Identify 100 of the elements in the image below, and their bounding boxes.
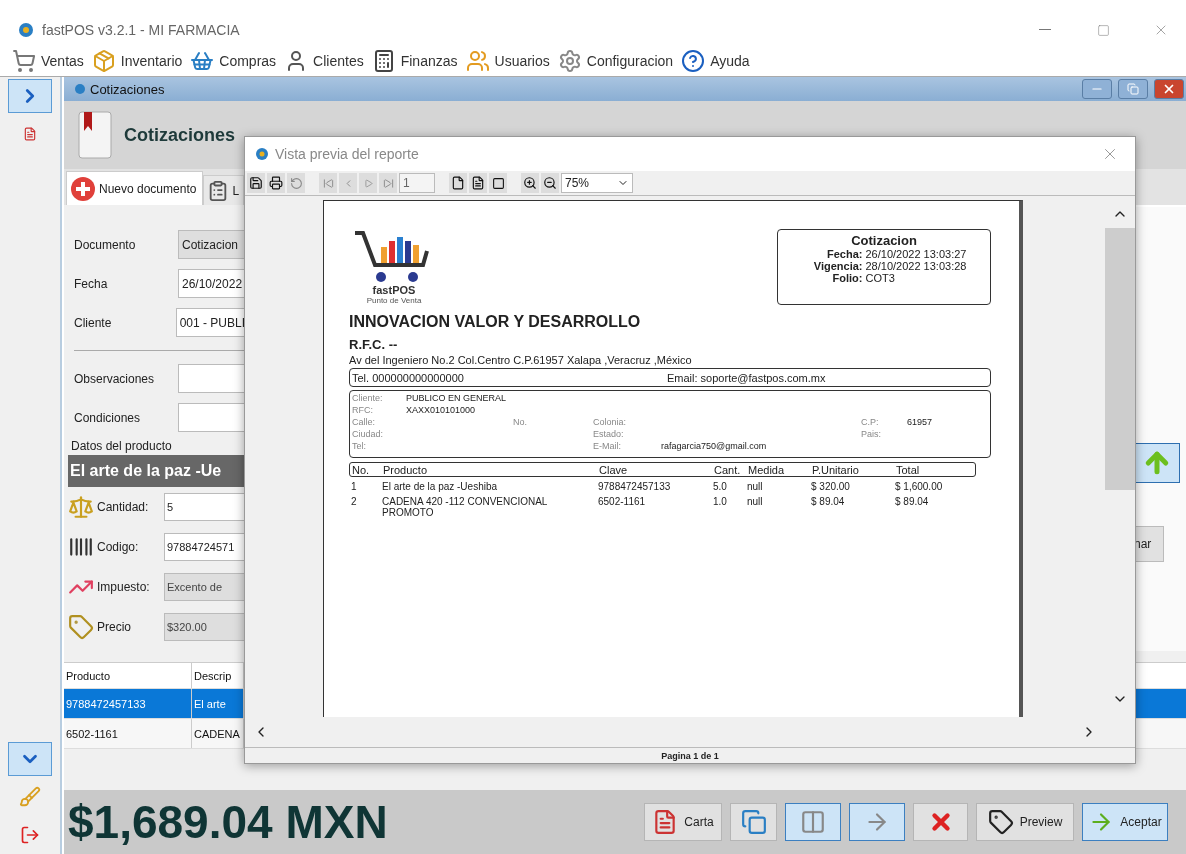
item-cell-text: 5.0 <box>713 481 728 492</box>
info-label: Vigencia: <box>812 260 863 272</box>
column-header: Total <box>895 463 921 476</box>
input-field[interactable]: 26/10/2022 <box>178 269 245 298</box>
page-width-icon <box>471 176 485 190</box>
zoom-in-icon <box>523 176 537 190</box>
menu-item[interactable]: Configuracion <box>557 49 674 73</box>
tab[interactable]: Nuevo documento <box>66 171 204 205</box>
input-field[interactable] <box>178 403 245 432</box>
info-label: Fecha: <box>826 248 863 260</box>
column-header[interactable]: Producto <box>64 663 192 688</box>
page-button[interactable] <box>449 173 467 193</box>
column-header: No. <box>351 463 371 476</box>
client-value: PUBLICO EN GENERAL <box>406 393 508 405</box>
window-title: fastPOS v3.2.1 - MI FARMACIA <box>42 22 241 38</box>
up-arrow-button[interactable] <box>1134 443 1180 483</box>
input-field[interactable]: 001 - PUBLI <box>175 308 245 337</box>
icon-button[interactable] <box>913 803 968 841</box>
client-label: Ciudad: <box>352 429 385 441</box>
menu-item[interactable]: Finanzas <box>371 49 458 73</box>
item-cell-text: null <box>747 481 764 492</box>
input-field[interactable]: 5 <box>164 493 245 521</box>
menu-item[interactable]: Ventas <box>12 49 84 73</box>
print-button[interactable] <box>267 173 285 193</box>
page-number-field[interactable]: 1 <box>399 173 435 193</box>
close-button[interactable] <box>1154 79 1184 99</box>
client-label: Tel: <box>352 441 367 453</box>
help-icon <box>681 49 706 73</box>
column-header: Cant. <box>713 463 742 476</box>
item-cell-text: $ 89.04 <box>811 496 846 509</box>
table-cell: 9788472457133 <box>64 689 192 718</box>
action-button[interactable]: Preview <box>976 803 1074 841</box>
item-cell-text: $ 320.00 <box>811 481 851 492</box>
action-button[interactable]: Aceptar <box>1082 803 1168 841</box>
total-amount: $1,689.04 MXN <box>68 795 389 849</box>
column-header: Medida <box>747 463 786 476</box>
app-logo-icon <box>18 22 34 38</box>
print-icon <box>269 176 283 190</box>
exit-icon <box>20 825 40 845</box>
zoom-in-button[interactable] <box>521 173 539 193</box>
table-cell: 6502-1161 <box>64 719 192 748</box>
menu-item[interactable]: Ayuda <box>681 49 750 73</box>
menu-item[interactable]: Clientes <box>284 49 364 73</box>
input-field[interactable]: 97884724571 <box>164 533 245 561</box>
full-page-icon <box>491 176 505 190</box>
dialog-title: Vista previa del reporte <box>275 146 420 162</box>
page-width-button[interactable] <box>469 173 487 193</box>
app-logo-icon <box>255 147 269 161</box>
expand-button[interactable] <box>8 79 52 113</box>
basket-icon <box>190 49 215 73</box>
item-cell-text: 6502-1161 <box>598 496 647 509</box>
last-page-button[interactable] <box>379 173 397 193</box>
icon-button[interactable] <box>730 803 777 841</box>
minimize-button[interactable] <box>1082 79 1112 99</box>
page-icon <box>451 176 465 190</box>
client-label: Calle: <box>352 417 376 429</box>
document-icon <box>78 111 112 159</box>
input-field[interactable] <box>178 364 245 393</box>
collapse-button[interactable] <box>8 742 52 776</box>
save-icon <box>249 176 263 190</box>
document-title: Cotizacion <box>851 233 917 248</box>
logo-tagline: Punto de Venta <box>366 296 422 305</box>
page-status: Pagina 1 de 1 <box>661 750 719 761</box>
restore-icon <box>1127 83 1139 95</box>
maximize-icon <box>1096 23 1110 37</box>
zoom-dropdown[interactable]: 75% <box>561 173 633 193</box>
tag-icon <box>987 809 1014 835</box>
item-cell-text: null <box>747 496 764 509</box>
zoom-out-button[interactable] <box>541 173 559 193</box>
tab[interactable]: L <box>203 175 245 205</box>
client-value: XAXX010101000 <box>406 405 477 417</box>
icon-button[interactable] <box>785 803 841 841</box>
info-value: 26/10/2022 13:03:27 <box>865 248 968 260</box>
field-label: Precio <box>97 620 132 634</box>
client-label: Colonia: <box>593 417 628 429</box>
section-label: Datos del producto <box>71 439 173 453</box>
field-label: Codigo: <box>97 540 140 554</box>
info-value: 28/10/2022 13:03:28 <box>865 260 968 272</box>
item-cell-text: 2 <box>351 496 358 509</box>
client-value: rafagarcia750@gmail.com <box>661 441 768 453</box>
vertical-scrollbar[interactable] <box>1105 196 1135 747</box>
full-page-button[interactable] <box>489 173 507 193</box>
menu-item[interactable]: Compras <box>190 49 277 73</box>
first-page-icon <box>322 177 334 189</box>
action-button[interactable]: Carta <box>644 803 722 841</box>
icon-button[interactable] <box>849 803 905 841</box>
restore-button[interactable] <box>1118 79 1148 99</box>
column-header: Clave <box>598 463 629 476</box>
menu-item[interactable]: Usuarios <box>465 49 550 73</box>
email-text: Email: soporte@fastpos.com.mx <box>667 371 827 384</box>
save-button[interactable] <box>247 173 265 193</box>
item-cell-text: 1.0 <box>713 496 728 509</box>
last-page-icon <box>382 177 394 189</box>
scrollbar-thumb[interactable] <box>1105 228 1135 490</box>
frame-title: Cotizaciones <box>90 81 166 97</box>
first-page-button[interactable] <box>319 173 337 193</box>
menu-item[interactable]: Inventario <box>91 49 183 73</box>
client-label: Cliente: <box>352 393 384 405</box>
brush-icon <box>19 786 41 808</box>
info-label: Folio: <box>831 272 863 284</box>
